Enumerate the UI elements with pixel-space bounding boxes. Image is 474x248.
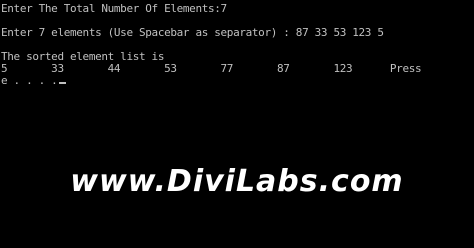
text-cursor (59, 82, 67, 84)
prompt-elements-line: Enter 7 elements (Use Spacebar as separa… (1, 26, 384, 39)
console-window[interactable]: Enter The Total Number Of Elements:7 Ent… (0, 0, 474, 248)
prompt-total-line: Enter The Total Number Of Elements:7 (1, 2, 227, 15)
sorted-values-line: 5 33 44 53 77 87 123 Press (1, 62, 422, 75)
watermark-logo: www.DiviLabs.com (70, 164, 404, 199)
continuation-text: e . . . . (1, 74, 58, 87)
continuation-line: e . . . . (1, 74, 67, 87)
